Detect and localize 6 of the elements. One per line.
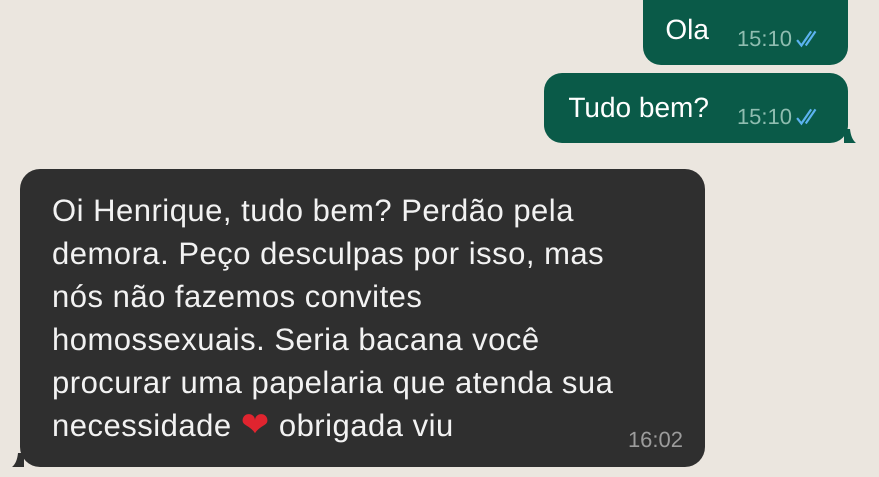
message-text: Tudo bem? [568,91,709,125]
message-time: 15:10 [736,105,792,129]
message-time: 15:10 [736,27,792,51]
message-time: 16:02 [628,427,683,453]
message-text: Oi Henrique, tudo bem? Perdão pela demora. Peço desculpas por isso, mas nós não fazemos convites homossexuais. Seria bacana você procurar uma papelaria que atenda sua necessidade ❤ obrigada viu [52,192,614,447]
message-text: Ola [665,13,709,47]
